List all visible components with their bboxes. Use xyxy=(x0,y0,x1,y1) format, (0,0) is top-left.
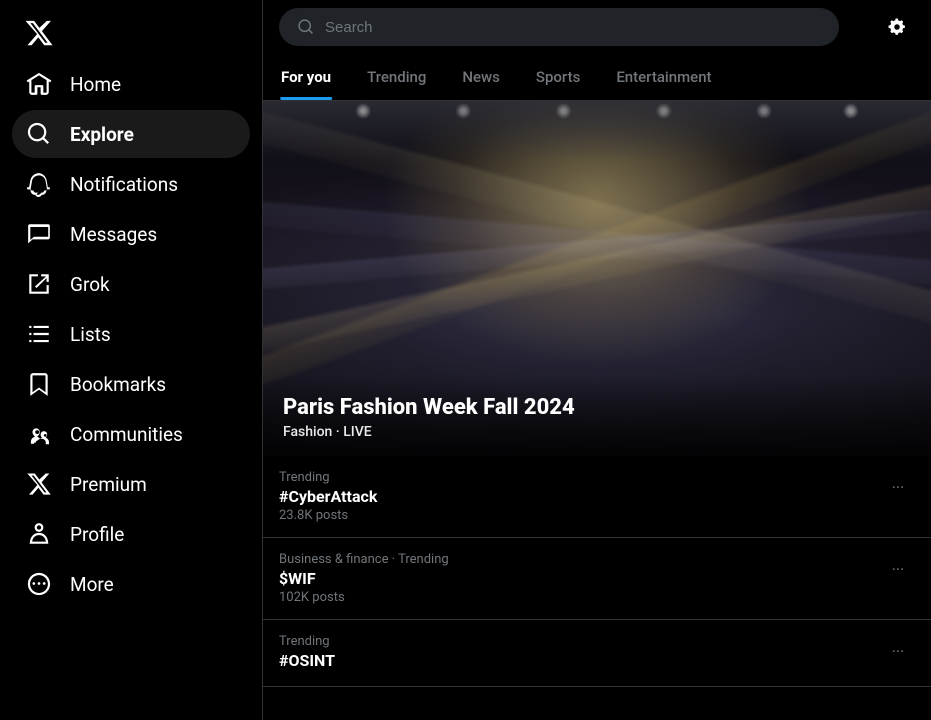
hero-overlay: Paris Fashion Week Fall 2024 Fashion · L… xyxy=(263,375,931,456)
sidebar-item-lists[interactable]: Lists xyxy=(12,310,250,358)
sidebar-item-communities[interactable]: Communities xyxy=(12,410,250,458)
home-label: Home xyxy=(70,73,121,96)
gear-icon xyxy=(886,16,908,38)
trending-item-1-content: Trending #CyberAttack 23.8K posts xyxy=(279,470,881,523)
explore-label: Explore xyxy=(70,123,134,146)
sidebar-item-grok[interactable]: Grok xyxy=(12,260,250,308)
home-icon xyxy=(26,71,52,97)
premium-label: Premium xyxy=(70,473,147,496)
hero-image[interactable]: Paris Fashion Week Fall 2024 Fashion · L… xyxy=(263,101,931,456)
trending-hashtag-1: #CyberAttack xyxy=(279,487,881,506)
search-bar-container xyxy=(263,0,931,54)
notifications-label: Notifications xyxy=(70,173,178,196)
hero-subtitle: Fashion · LIVE xyxy=(283,424,911,440)
trending-item-2-content: Business & finance · Trending $WIF 102K … xyxy=(279,552,881,605)
bookmarks-label: Bookmarks xyxy=(70,373,166,396)
messages-label: Messages xyxy=(70,223,157,246)
grok-label: Grok xyxy=(70,273,110,296)
sidebar-item-more[interactable]: More xyxy=(12,560,250,608)
profile-icon xyxy=(26,521,52,547)
sidebar-item-notifications[interactable]: Notifications xyxy=(12,160,250,208)
hero-title: Paris Fashion Week Fall 2024 xyxy=(283,395,911,420)
bell-icon xyxy=(26,171,52,197)
search-icon xyxy=(297,18,315,36)
trending-more-button-1[interactable]: ··· xyxy=(881,470,915,504)
explore-icon xyxy=(26,121,52,147)
lists-label: Lists xyxy=(70,323,111,346)
explore-tabs: For you Trending News Sports Entertainme… xyxy=(263,54,931,101)
more-label: More xyxy=(70,573,114,596)
trending-item-3[interactable]: Trending #OSINT ··· xyxy=(263,620,931,687)
trending-list: Trending #CyberAttack 23.8K posts ··· Bu… xyxy=(263,456,931,687)
profile-label: Profile xyxy=(70,523,124,546)
x-logo-icon xyxy=(24,18,54,48)
sidebar-item-home[interactable]: Home xyxy=(12,60,250,108)
trending-hashtag-2: $WIF xyxy=(279,569,881,588)
settings-button[interactable] xyxy=(879,9,915,45)
search-input[interactable] xyxy=(325,19,821,36)
trending-category-3: Trending xyxy=(279,634,881,649)
sidebar-item-messages[interactable]: Messages xyxy=(12,210,250,258)
trending-posts-2: 102K posts xyxy=(279,590,881,605)
trending-more-button-3[interactable]: ··· xyxy=(881,634,915,668)
lists-icon xyxy=(26,321,52,347)
trending-posts-1: 23.8K posts xyxy=(279,508,881,523)
trending-more-button-2[interactable]: ··· xyxy=(881,552,915,586)
x-logo[interactable] xyxy=(12,8,250,56)
sidebar: Home Explore Notifications Messages xyxy=(0,0,263,720)
tab-news[interactable]: News xyxy=(444,54,518,100)
search-bar[interactable] xyxy=(279,8,839,46)
sidebar-item-bookmarks[interactable]: Bookmarks xyxy=(12,360,250,408)
bookmark-icon xyxy=(26,371,52,397)
grok-icon xyxy=(26,271,52,297)
sidebar-item-explore[interactable]: Explore xyxy=(12,110,250,158)
communities-icon xyxy=(26,421,52,447)
communities-label: Communities xyxy=(70,423,183,446)
tab-for-you[interactable]: For you xyxy=(263,54,349,100)
trending-item-1[interactable]: Trending #CyberAttack 23.8K posts ··· xyxy=(263,456,931,538)
sidebar-nav: Home Explore Notifications Messages xyxy=(12,60,250,712)
main-content: For you Trending News Sports Entertainme… xyxy=(263,0,931,720)
premium-icon xyxy=(26,471,52,497)
trending-category-2: Business & finance · Trending xyxy=(279,552,881,567)
sidebar-item-profile[interactable]: Profile xyxy=(12,510,250,558)
tab-sports[interactable]: Sports xyxy=(518,54,598,100)
trending-item-3-content: Trending #OSINT xyxy=(279,634,881,672)
sidebar-item-premium[interactable]: Premium xyxy=(12,460,250,508)
tab-trending[interactable]: Trending xyxy=(349,54,444,100)
trending-hashtag-3: #OSINT xyxy=(279,651,881,670)
trending-item-2[interactable]: Business & finance · Trending $WIF 102K … xyxy=(263,538,931,620)
message-icon xyxy=(26,221,52,247)
tab-entertainment[interactable]: Entertainment xyxy=(598,54,729,100)
trending-category-1: Trending xyxy=(279,470,881,485)
more-icon xyxy=(26,571,52,597)
